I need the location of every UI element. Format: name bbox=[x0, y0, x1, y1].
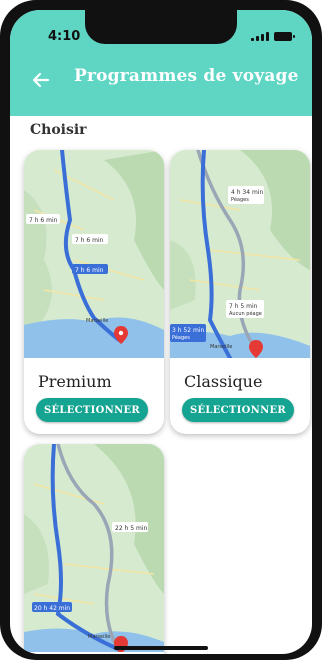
section-title: Choisir bbox=[30, 122, 87, 138]
map-label: Péages bbox=[172, 334, 190, 341]
status-time: 4:10 bbox=[48, 29, 81, 44]
plan-card-title: Premium bbox=[38, 372, 112, 391]
map-city-label: Marseille bbox=[88, 634, 110, 640]
app-screen: 4:10 Programmes de voyage Choisir 7 h 6 … bbox=[10, 10, 312, 654]
map-label: 22 h 5 min bbox=[115, 525, 147, 532]
map-label: Aucun péage bbox=[229, 310, 262, 317]
map-city-label: Marseille bbox=[86, 318, 108, 324]
route-map-third: 22 h 5 min 20 h 42 min Marseille bbox=[24, 444, 164, 652]
plan-card-title: Classique bbox=[184, 372, 263, 391]
map-city-label: Marseille bbox=[210, 344, 232, 350]
select-classique-button[interactable]: SÉLECTIONNER bbox=[182, 398, 294, 422]
map-label: 7 h 6 min bbox=[29, 217, 58, 224]
page-title: Programmes de voyage bbox=[74, 66, 299, 86]
map-label: 7 h 5 min bbox=[229, 303, 258, 310]
home-indicator[interactable] bbox=[114, 646, 208, 650]
plan-card-premium[interactable]: 7 h 6 min 7 h 6 min 7 h 6 min Marseille … bbox=[24, 150, 164, 434]
plan-card-third[interactable]: 22 h 5 min 20 h 42 min Marseille bbox=[24, 444, 164, 654]
plan-card-classique[interactable]: 4 h 34 min Péages 7 h 5 min Aucun péage … bbox=[170, 150, 310, 434]
route-map-classique: 4 h 34 min Péages 7 h 5 min Aucun péage … bbox=[170, 150, 310, 358]
map-label: Péages bbox=[231, 196, 249, 203]
arrow-left-icon-svg bbox=[32, 72, 50, 88]
map-label: 3 h 52 min bbox=[172, 327, 204, 334]
battery-icon bbox=[274, 32, 295, 41]
status-icons bbox=[251, 31, 295, 41]
signal-icon bbox=[251, 31, 269, 41]
map-label: 7 h 6 min bbox=[75, 237, 104, 244]
map-label: 7 h 6 min bbox=[75, 267, 104, 274]
map-label: 20 h 42 min bbox=[34, 605, 70, 612]
route-map-premium: 7 h 6 min 7 h 6 min 7 h 6 min Marseille bbox=[24, 150, 164, 358]
arrow-left-icon[interactable] bbox=[30, 69, 52, 91]
phone-frame: 4:10 Programmes de voyage Choisir 7 h 6 … bbox=[0, 0, 322, 660]
select-premium-button[interactable]: SÉLECTIONNER bbox=[36, 398, 148, 422]
camera-notch bbox=[85, 10, 237, 44]
map-label: 4 h 34 min bbox=[231, 189, 263, 196]
